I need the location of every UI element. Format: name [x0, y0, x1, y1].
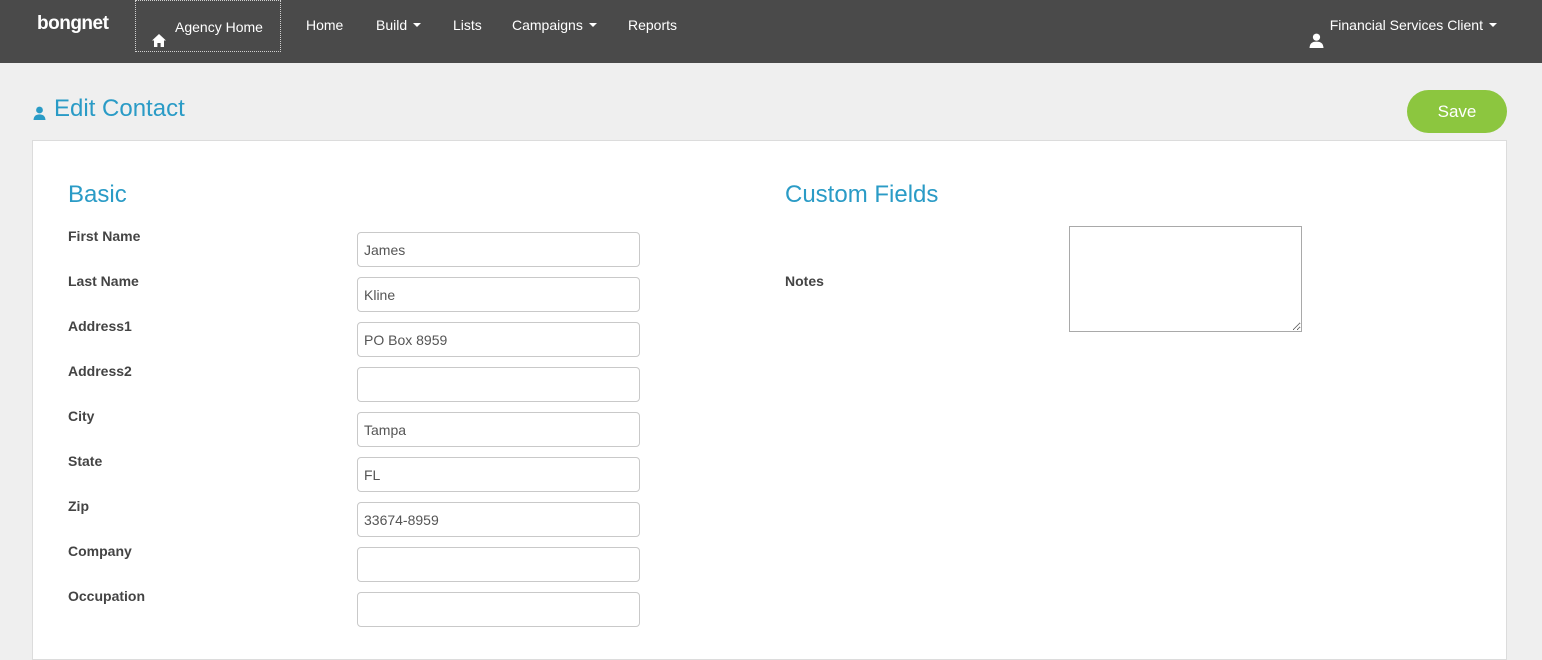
nav-home[interactable]: Home — [306, 0, 343, 51]
nav-lists[interactable]: Lists — [453, 0, 482, 51]
city-label: City — [68, 408, 95, 424]
occupation-field[interactable] — [357, 592, 640, 627]
first-name-field[interactable] — [357, 232, 640, 267]
nav-campaigns[interactable]: Campaigns — [512, 0, 597, 51]
nav-build[interactable]: Build — [376, 0, 422, 51]
brand-logo[interactable]: bongnet — [37, 9, 109, 39]
state-field[interactable] — [357, 457, 640, 492]
city-field[interactable] — [357, 412, 640, 447]
page-title: Edit Contact — [54, 95, 185, 122]
company-field[interactable] — [357, 547, 640, 582]
address2-field[interactable] — [357, 367, 640, 402]
nav-agency-home-label: Agency Home — [175, 19, 263, 35]
home-icon — [151, 18, 167, 69]
last-name-field[interactable] — [357, 277, 640, 312]
chevron-down-icon — [1489, 23, 1497, 28]
brand-name: bongnet — [37, 13, 109, 34]
edit-contact-panel: Basic First Name Last Name Address1 Addr… — [32, 140, 1507, 660]
save-button[interactable]: Save — [1407, 90, 1507, 133]
occupation-label: Occupation — [68, 588, 146, 604]
address1-field[interactable] — [357, 322, 640, 357]
company-label: Company — [68, 543, 132, 559]
top-navbar: bongnet Agency Home Home Build Lists Cam… — [0, 0, 1542, 63]
last-name-label: Last Name — [68, 273, 139, 289]
nav-reports-label: Reports — [628, 17, 678, 33]
nav-reports[interactable]: Reports — [628, 0, 677, 51]
nav-lists-label: Lists — [453, 17, 482, 33]
nav-home-label: Home — [306, 17, 344, 33]
nav-campaigns-label: Campaigns — [512, 17, 583, 33]
first-name-label: First Name — [68, 228, 141, 244]
zip-label: Zip — [68, 498, 89, 514]
chevron-down-icon — [413, 23, 422, 28]
user-menu-label: Financial Services Client — [1329, 17, 1483, 33]
zip-field[interactable] — [357, 502, 640, 537]
nav-agency-home[interactable]: Agency Home — [135, 0, 281, 52]
user-icon — [1309, 18, 1324, 69]
notes-field[interactable] — [1069, 226, 1302, 332]
notes-label: Notes — [785, 273, 824, 289]
address1-label: Address1 — [68, 318, 132, 334]
state-label: State — [68, 453, 103, 469]
basic-section-title: Basic — [68, 181, 127, 208]
address2-label: Address2 — [68, 363, 132, 379]
custom-fields-section-title: Custom Fields — [785, 181, 939, 208]
contact-icon — [32, 105, 47, 125]
nav-build-label: Build — [376, 17, 408, 33]
chevron-down-icon — [588, 23, 597, 28]
user-menu[interactable]: Financial Services Client — [1309, 0, 1497, 51]
